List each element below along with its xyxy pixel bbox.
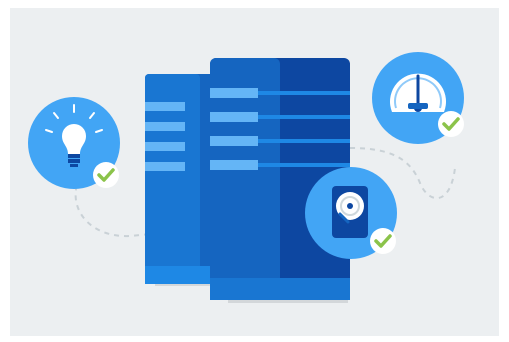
illustration-canvas (10, 8, 499, 336)
back-server-slot (145, 122, 185, 131)
front-server-slot (210, 160, 258, 170)
front-server-slot (210, 136, 258, 146)
back-server-slot (145, 162, 185, 171)
front-server-slot (210, 112, 258, 122)
check-icon (438, 111, 464, 137)
back-server-slot (145, 142, 185, 151)
speedometer-badge (372, 52, 464, 144)
check-icon (93, 162, 119, 188)
front-server-slot-bar (258, 115, 350, 119)
front-server-slot-bar (258, 91, 350, 95)
hard-drive-icon (332, 186, 368, 238)
hard-drive-badge (305, 167, 397, 259)
check-icon (370, 228, 396, 254)
back-server-slot (145, 102, 185, 111)
front-server-slot (210, 88, 258, 98)
server-illustration (28, 52, 464, 303)
front-server-slot-bar (258, 139, 350, 143)
front-server-slot-bar (258, 163, 350, 167)
lightbulb-badge (28, 97, 120, 189)
